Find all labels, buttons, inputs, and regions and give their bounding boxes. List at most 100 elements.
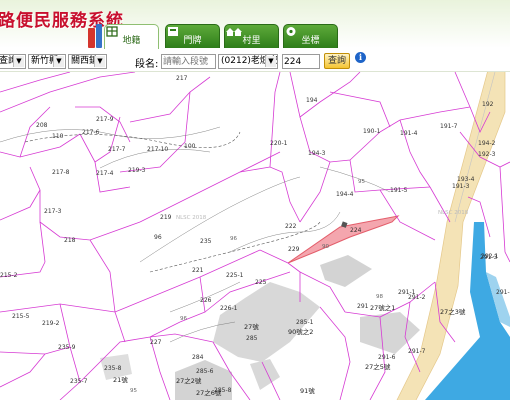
parcel-label: 285-6: [196, 368, 214, 375]
parcel-label: 192: [482, 101, 494, 108]
query-button[interactable]: 查詢: [324, 53, 350, 69]
parcel-label: 285-1: [296, 319, 314, 326]
parcel-label: 217-7: [108, 146, 126, 153]
parcel-label: 284: [192, 354, 204, 361]
logo-bar-red: [88, 28, 95, 48]
coordinate-icon: [286, 27, 296, 36]
parcel-label: 208: [36, 122, 48, 129]
tab-label: 地籍: [122, 36, 141, 46]
chevron-down-icon: ▼: [94, 56, 105, 67]
logo-bar-blue: [96, 24, 102, 48]
parcel-label: 191-4: [400, 130, 418, 137]
elevation-label: 95: [130, 388, 137, 394]
address-label: 27之2號: [176, 376, 202, 385]
town-select[interactable]: 關西鎮 ▼: [68, 54, 107, 69]
parcel-label: 219-2: [42, 320, 60, 327]
address-label: 90號之2: [288, 327, 313, 336]
parcel-label: 226: [200, 297, 212, 304]
parcel-label: 291-5: [496, 289, 510, 296]
parcel-label: 218: [64, 237, 76, 244]
parcel-label: 194: [306, 97, 318, 104]
parcel-label: 217-4: [96, 170, 114, 177]
parcel-label: 194-2: [478, 140, 496, 147]
parcel-label: 222: [285, 223, 297, 230]
parcel-label: 291-7: [408, 348, 426, 355]
parcel-label: 215-5: [12, 313, 30, 320]
chevron-down-icon: ▼: [265, 56, 276, 67]
parcel-label: 217-8: [52, 169, 70, 176]
parcel-label: 291-6: [378, 354, 396, 361]
parcel-label: 235-8: [104, 365, 122, 372]
parcel-label: 191-3: [452, 183, 470, 190]
chevron-down-icon: ▼: [53, 56, 64, 67]
address-label: 27之5號: [365, 362, 391, 371]
elevation-label: 96: [230, 236, 237, 242]
app-header: 路便民服務系統 地籍 門牌 村里 坐標: [0, 0, 510, 49]
parcel-label: 220-1: [270, 140, 288, 147]
address-label: 27號: [244, 322, 259, 331]
chevron-down-icon: ▼: [13, 56, 24, 67]
address-label: 91號: [300, 386, 315, 395]
parcel-label: 225-1: [226, 272, 244, 279]
tab-coordinate[interactable]: 坐標: [283, 24, 338, 48]
road-label: NLSC 2018: [176, 215, 207, 221]
tab-label: 坐標: [301, 36, 320, 46]
tab-village[interactable]: 村里: [224, 24, 279, 48]
map-canvas: 217 208 217-9 217-6 217-7 217-10 110 100…: [0, 72, 510, 400]
parcel-label: 224: [350, 227, 362, 234]
parcel-label: 217-10: [147, 146, 168, 153]
parcel-label: 221: [192, 267, 204, 274]
parcel-label: 215-2: [0, 272, 18, 279]
tab-label: 門牌: [183, 36, 202, 46]
building: [320, 255, 372, 287]
parcel-label: 192-3: [478, 151, 496, 158]
parcel-label: 226-1: [220, 305, 238, 312]
parcel-label: 217-9: [96, 116, 114, 123]
cadastral-map[interactable]: 217 208 217-9 217-6 217-7 217-10 110 100…: [0, 72, 510, 400]
parcel-label: 235-7: [70, 378, 88, 385]
lot-number-input[interactable]: [161, 54, 216, 69]
parcel-label: 194-3: [308, 150, 326, 157]
elevation-label: 90: [322, 244, 329, 250]
parcel-label: 292-1: [481, 253, 499, 260]
parcel-label: 227: [150, 339, 162, 346]
mode-select[interactable]: 查詢 ▼: [0, 54, 26, 69]
tab-cadastre[interactable]: 地籍: [104, 24, 159, 49]
elevation-label: 98: [376, 294, 383, 300]
parcel-label: 225: [255, 279, 267, 286]
village-icon: [226, 28, 242, 36]
elevation-label: 96: [180, 316, 187, 322]
parcel-label: 217: [176, 75, 188, 82]
parcel-label: 96: [154, 234, 162, 241]
county-select[interactable]: 新竹縣 ▼: [28, 54, 66, 69]
address-label: 27之3號: [440, 307, 466, 316]
parcel-label: 219-3: [128, 167, 146, 174]
address-label: 21號: [113, 375, 128, 384]
parcel-label: 235: [200, 238, 212, 245]
parcel-label: 217-3: [44, 208, 62, 215]
parcel-label: 291: [357, 303, 369, 310]
parcel-label: 229: [288, 246, 300, 253]
section-select[interactable]: (0212)老焿寮段▼: [218, 54, 278, 69]
parcel-label: 110: [52, 133, 64, 140]
roads-outline: [24, 131, 321, 273]
parcel-label: 291-1: [398, 289, 416, 296]
parcel-label: 193-4: [457, 176, 475, 183]
parcel-label: 235-9: [58, 344, 76, 351]
parcel-label: 217-6: [82, 129, 100, 136]
parcel-label: 190-1: [363, 128, 381, 135]
parcel-label: 219: [160, 214, 172, 221]
road-labels: NLSC 2018 NLSC 2018: [176, 210, 469, 221]
lot-label: 段名:: [135, 59, 159, 70]
tab-doorplate[interactable]: 門牌: [165, 24, 220, 48]
info-icon[interactable]: i: [355, 52, 366, 63]
parcel-label: 285: [246, 335, 258, 342]
road-label: NLSC 2018: [438, 210, 469, 216]
parcel-number-input[interactable]: [282, 54, 320, 69]
elevation-label: 95: [358, 179, 365, 185]
address-label: 27之6號: [196, 388, 222, 397]
parcel-label: 191-7: [440, 123, 458, 130]
parcel-label: 191-5: [390, 187, 408, 194]
address-label: 27號之1: [370, 303, 395, 312]
tab-label: 村里: [242, 36, 261, 46]
